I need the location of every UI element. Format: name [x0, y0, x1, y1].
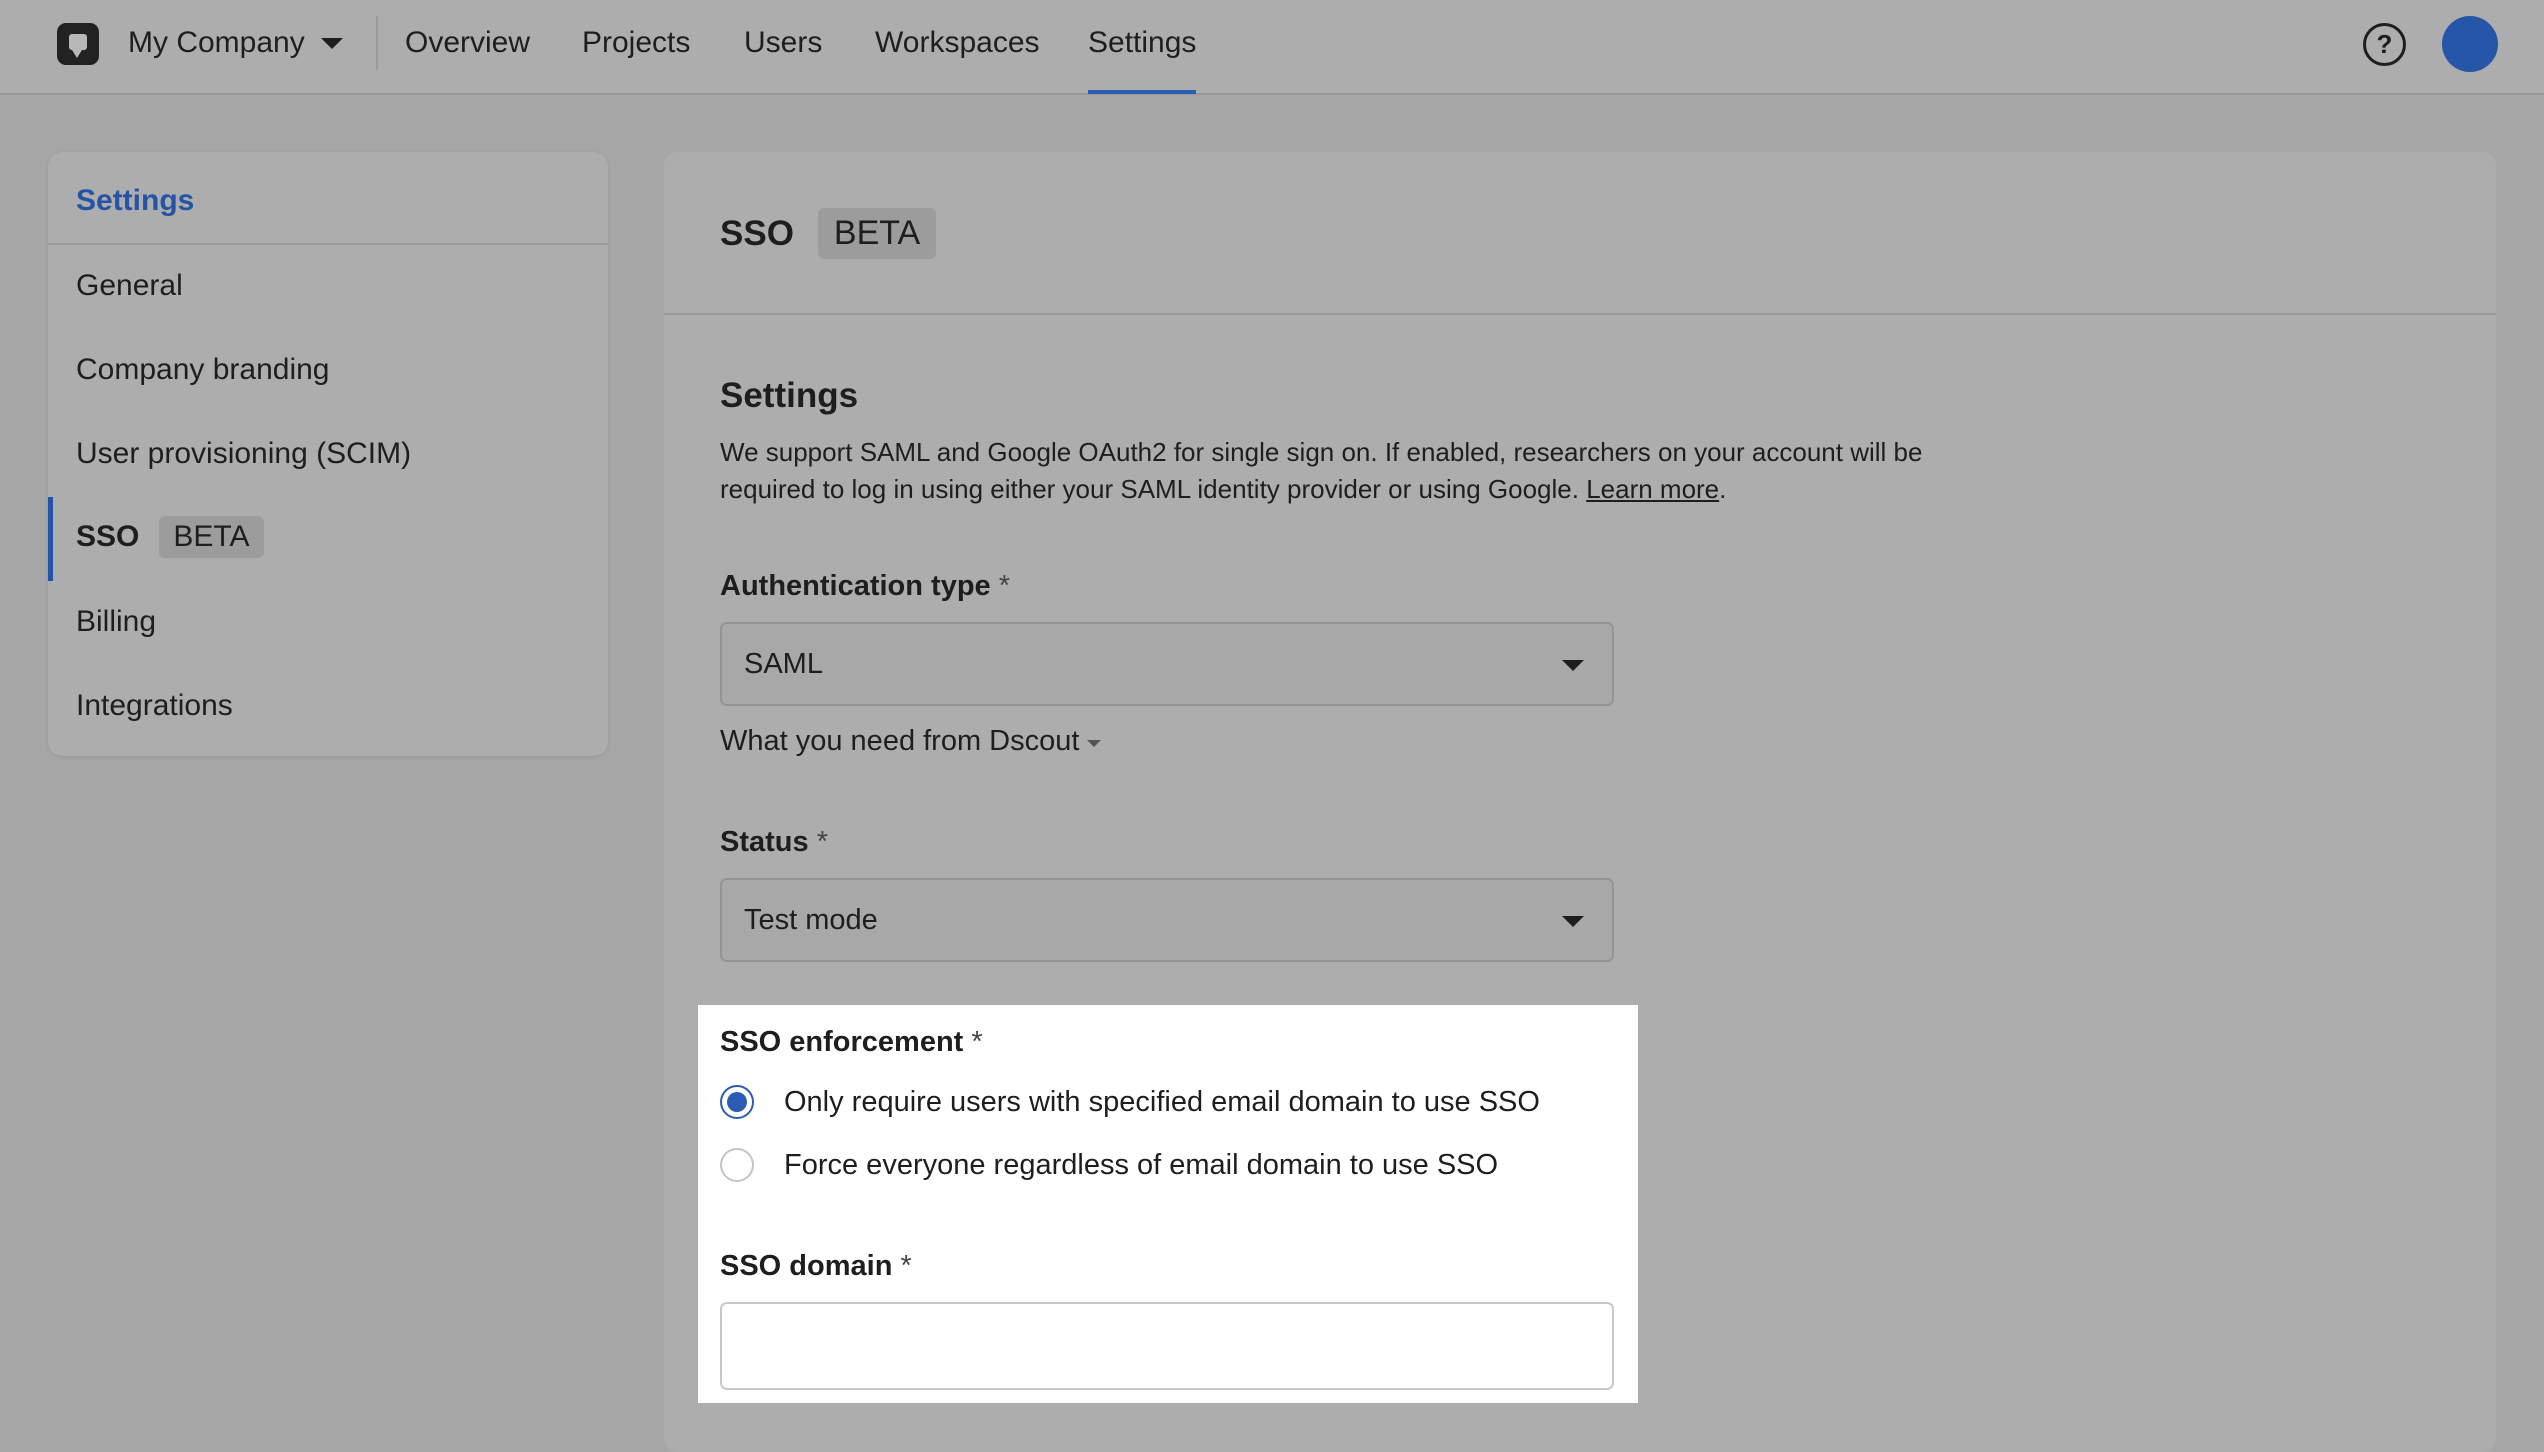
sso-enforcement-section: SSO enforcement * Only require users wit… [698, 1005, 1638, 1403]
radio-button-checked[interactable] [720, 1085, 754, 1119]
radio-label: Only require users with specified email … [784, 1085, 1540, 1118]
description-text: We support SAML and Google OAuth2 for si… [720, 437, 1923, 504]
radio-button[interactable] [720, 1148, 754, 1182]
hint-text: What you need from Dscout [720, 725, 1080, 757]
beta-badge: BETA [159, 516, 264, 558]
company-switcher[interactable]: My Company [128, 26, 343, 60]
status-value: Test mode [744, 904, 878, 936]
learn-more-link[interactable]: Learn more [1586, 474, 1719, 504]
auth-type-select[interactable]: SAML [720, 622, 1614, 706]
page-title: SSO BETA [720, 208, 937, 259]
sidebar-item-label: Integrations [76, 689, 233, 722]
auth-type-label-text: Authentication type [720, 570, 991, 602]
nav-overview[interactable]: Overview [405, 26, 530, 60]
sso-enforcement-label: SSO enforcement * [720, 1026, 983, 1059]
enforcement-option-domain[interactable]: Only require users with specified email … [720, 1085, 1540, 1119]
sidebar-item-label: Billing [76, 605, 157, 638]
sso-domain-label-text: SSO domain [720, 1250, 893, 1282]
active-nav-indicator [1088, 90, 1196, 94]
sidebar-item-label: User provisioning (SCIM) [76, 437, 412, 470]
company-name: My Company [128, 26, 305, 59]
status-label: Status * [720, 826, 828, 859]
sso-domain-input[interactable] [720, 1302, 1614, 1390]
required-marker: * [900, 1250, 912, 1282]
auth-type-label: Authentication type * [720, 570, 1010, 603]
sidebar-item-integrations[interactable]: Integrations [76, 689, 233, 723]
sidebar-item-sso[interactable]: SSO BETA [76, 516, 264, 558]
sidebar-item-billing[interactable]: Billing [76, 605, 156, 639]
enforcement-option-everyone[interactable]: Force everyone regardless of email domai… [720, 1148, 1498, 1182]
nav-divider [376, 16, 378, 70]
page-title-text: SSO [720, 213, 794, 253]
dscout-requirements-toggle[interactable]: What you need from Dscout [720, 725, 1102, 758]
auth-type-value: SAML [744, 648, 823, 680]
sidebar-title: Settings [76, 184, 195, 217]
radio-label: Force everyone regardless of email domai… [784, 1148, 1499, 1181]
chevron-down-icon [1562, 660, 1584, 671]
user-avatar[interactable] [2442, 16, 2498, 72]
settings-sidebar: Settings General Company branding User p… [48, 152, 608, 756]
top-nav-bar: My Company Overview Projects Users Works… [0, 0, 2544, 95]
required-marker: * [816, 826, 828, 858]
beta-badge: BETA [817, 208, 937, 259]
sso-domain-label: SSO domain * [720, 1250, 912, 1283]
nav-users[interactable]: Users [744, 26, 822, 60]
status-label-text: Status [720, 826, 809, 858]
app-logo-icon[interactable] [57, 23, 99, 65]
chevron-down-icon [320, 37, 343, 49]
caret-down-icon [1087, 740, 1102, 747]
sidebar-item-user-provisioning[interactable]: User provisioning (SCIM) [76, 437, 411, 471]
sidebar-item-company-branding[interactable]: Company branding [76, 353, 330, 387]
nav-projects[interactable]: Projects [582, 26, 690, 60]
sidebar-item-general[interactable]: General [76, 269, 183, 303]
sidebar-item-label: SSO [76, 520, 140, 553]
sidebar-item-label: Company branding [76, 353, 330, 386]
nav-workspaces[interactable]: Workspaces [875, 26, 1040, 60]
required-marker: * [998, 570, 1011, 602]
chevron-down-icon [1562, 916, 1584, 927]
panel-divider [664, 313, 2496, 315]
sso-description: We support SAML and Google OAuth2 for si… [720, 437, 1923, 504]
sidebar-item-label: General [76, 269, 183, 302]
help-icon[interactable]: ? [2363, 23, 2406, 66]
sidebar-divider [48, 243, 608, 245]
sso-enforcement-label-text: SSO enforcement [720, 1026, 964, 1058]
sidebar-active-indicator [48, 497, 53, 581]
nav-settings[interactable]: Settings [1088, 26, 1196, 60]
required-marker: * [971, 1026, 983, 1058]
section-title: Settings [720, 376, 859, 415]
status-select[interactable]: Test mode [720, 878, 1614, 962]
